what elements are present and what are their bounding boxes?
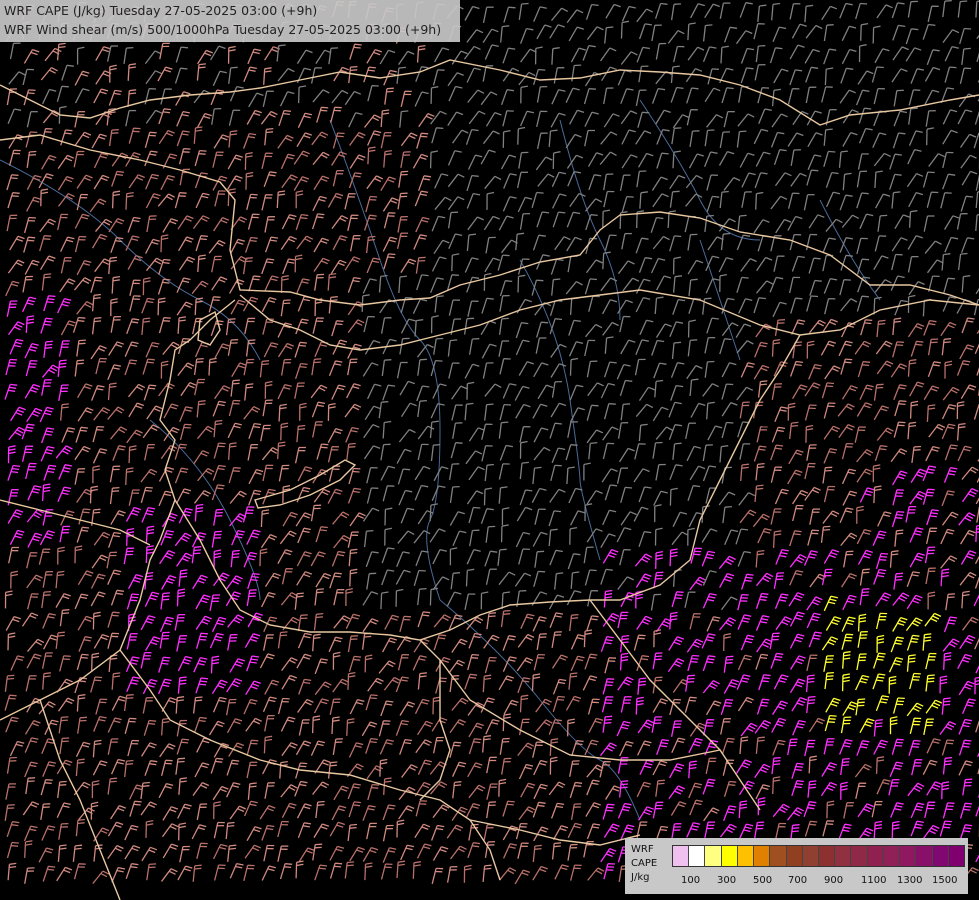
legend-tick-label: 500	[753, 875, 773, 886]
legend-swatch	[770, 846, 787, 866]
legend-swatch	[948, 846, 964, 866]
legend-tick-label: 100	[681, 875, 701, 886]
legend-swatch	[802, 846, 819, 866]
legend-swatch	[900, 846, 917, 866]
legend-tick-label: 1500	[932, 875, 958, 886]
legend-swatch	[786, 846, 803, 866]
legend-tick-label: 1100	[861, 875, 887, 886]
legend-color-scale	[672, 845, 965, 867]
legend-swatch	[835, 846, 852, 866]
legend-tick-label: 1300	[897, 875, 923, 886]
legend-label-wrf: WRF	[631, 844, 654, 855]
legend-swatch	[689, 846, 706, 866]
wind-shear-title: WRF Wind shear (m/s) 500/1000hPa Tuesday…	[4, 22, 442, 37]
legend-tick-label: 900	[824, 875, 844, 886]
map-title-box: WRF CAPE (J/kg) Tuesday 27-05-2025 03:00…	[0, 0, 460, 42]
legend-swatch	[883, 846, 901, 866]
legend-swatch	[754, 846, 771, 866]
legend-label-unit: J/kg	[631, 872, 650, 883]
legend-swatch	[737, 846, 755, 866]
legend-tick-label: 700	[788, 875, 808, 886]
legend-tick-label: 300	[717, 875, 737, 886]
legend-label-cape: CAPE	[631, 858, 658, 869]
legend-swatch	[851, 846, 868, 866]
legend-swatch	[818, 846, 836, 866]
cape-title: WRF CAPE (J/kg) Tuesday 27-05-2025 03:00…	[4, 3, 318, 18]
legend-swatch	[916, 846, 933, 866]
legend-swatch	[705, 846, 722, 866]
cape-legend: WRF CAPE J/kg 100 300 500 700 900 1100 1300 150…	[625, 838, 968, 894]
weather-map	[0, 0, 979, 900]
legend-swatch	[867, 846, 884, 866]
legend-swatch	[673, 846, 690, 866]
legend-swatch	[932, 846, 949, 866]
legend-swatch	[721, 846, 738, 866]
